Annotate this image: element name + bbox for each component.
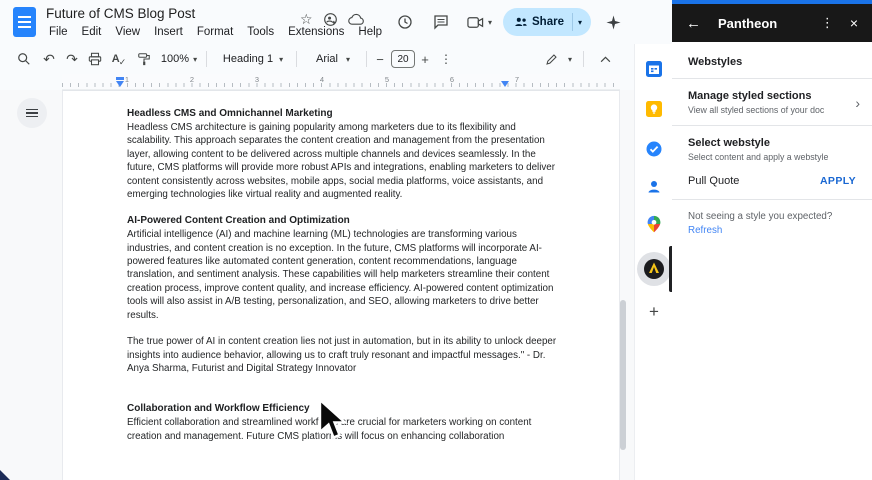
google-docs-window: Future of CMS Blog Post ☆ File Edit View… — [0, 0, 872, 480]
increase-font-size-button[interactable]: + — [416, 44, 434, 74]
panel-title: Pantheon — [718, 15, 778, 31]
panel-close-icon[interactable]: × — [850, 15, 858, 31]
share-dropdown-caret-icon[interactable]: ▾ — [578, 18, 582, 27]
search-menus-icon[interactable] — [12, 44, 36, 74]
panel-body: Webstyles Manage styled sections View al… — [672, 42, 872, 480]
get-addons-plus-icon[interactable]: + — [635, 302, 673, 322]
ruler-number: 2 — [189, 75, 195, 84]
document-title[interactable]: Future of CMS Blog Post — [46, 6, 195, 21]
mouse-cursor — [316, 398, 350, 442]
toolbar: ↶ ↷ A ✓ 100% ▾ Heading 1 ▾ Arial ▾ − 20 + ⋮ — [0, 44, 634, 74]
undo-icon[interactable]: ↶ — [38, 44, 60, 74]
font-size-field[interactable]: 20 — [390, 44, 416, 74]
ruler-surface — [62, 74, 620, 90]
corner-artifact — [0, 470, 10, 480]
panel-footer: Not seeing a style you expected? Refresh — [672, 200, 872, 247]
gemini-sparkle-icon[interactable] — [600, 9, 626, 35]
webstyles-section-header: Webstyles — [672, 42, 872, 79]
ruler-ticks — [62, 83, 620, 87]
doc-quote-paragraph[interactable]: The true power of AI in content creation… — [127, 335, 561, 375]
share-people-icon — [514, 16, 528, 28]
maps-icon[interactable] — [645, 215, 663, 233]
webstyles-title: Webstyles — [688, 56, 743, 68]
horizontal-ruler[interactable]: 1 2 3 4 5 6 7 — [0, 74, 634, 90]
pantheon-panel: ← Pantheon ⋮ × Webstyles Manage styled s… — [672, 0, 872, 480]
cloud-saved-icon[interactable] — [347, 13, 365, 26]
editing-mode-pen-icon[interactable] — [540, 44, 562, 74]
spellcheck-icon[interactable]: A ✓ — [107, 44, 131, 74]
toolbar-overflow-icon[interactable]: ⋮ — [437, 44, 455, 74]
footer-question: Not seeing a style you expected? — [688, 211, 833, 222]
select-webstyle-subtitle: Select content and apply a webstyle — [688, 152, 829, 162]
comments-icon[interactable] — [428, 9, 454, 35]
ruler-number: 1 — [124, 75, 130, 84]
menu-edit[interactable]: Edit — [75, 25, 109, 39]
document-scrollbar[interactable] — [620, 300, 626, 450]
decrease-font-size-button[interactable]: − — [371, 44, 389, 74]
keep-icon[interactable] — [645, 100, 663, 118]
share-divider — [571, 13, 573, 31]
select-webstyle-title: Select webstyle — [688, 137, 770, 149]
share-button-label: Share — [532, 16, 564, 28]
menu-file[interactable]: File — [42, 25, 75, 39]
paint-format-icon[interactable] — [132, 44, 156, 74]
zoom-select[interactable]: 100% ▾ — [158, 44, 200, 74]
share-button[interactable]: Share ▾ — [503, 8, 591, 36]
titlebar: Future of CMS Blog Post ☆ File Edit View… — [0, 0, 672, 44]
chevron-right-icon[interactable]: › — [855, 95, 860, 111]
manage-styled-sections-row[interactable]: Manage styled sections View all styled s… — [672, 79, 872, 126]
back-arrow-icon[interactable]: ← — [686, 15, 706, 32]
show-outline-icon[interactable] — [17, 98, 47, 128]
doc-heading[interactable]: AI-Powered Content Creation and Optimiza… — [127, 214, 561, 227]
menu-tools[interactable]: Tools — [240, 25, 281, 39]
paragraph-style-select[interactable]: Heading 1 ▾ — [214, 44, 292, 74]
redo-icon[interactable]: ↷ — [61, 44, 83, 74]
select-webstyle-section: Select webstyle Select content and apply… — [672, 126, 872, 200]
menu-insert[interactable]: Insert — [147, 25, 190, 39]
ruler-number: 4 — [319, 75, 325, 84]
doc-paragraph[interactable]: Artificial intelligence (AI) and machine… — [127, 228, 561, 322]
menu-format[interactable]: Format — [190, 25, 240, 39]
doc-paragraph[interactable]: Headless CMS architecture is gaining pop… — [127, 121, 561, 201]
left-indent-marker[interactable] — [116, 81, 124, 87]
menubar: File Edit View Insert Format Tools Exten… — [42, 25, 389, 39]
right-indent-marker[interactable] — [501, 81, 509, 87]
editing-mode-caret-icon[interactable]: ▾ — [563, 44, 577, 74]
pantheon-addon-icon[interactable] — [637, 252, 671, 286]
doc-heading[interactable]: Headless CMS and Omnichannel Marketing — [127, 107, 561, 120]
style-row: Pull Quote APPLY — [688, 175, 856, 187]
side-panel-rail: + — [634, 44, 672, 480]
meet-video-icon[interactable] — [462, 9, 488, 35]
refresh-link[interactable]: Refresh — [688, 225, 856, 236]
contacts-icon[interactable] — [645, 178, 663, 196]
calendar-icon[interactable] — [645, 60, 663, 78]
font-family-select[interactable]: Arial ▾ — [304, 44, 362, 74]
ruler-number: 3 — [254, 75, 260, 84]
ruler-number: 6 — [449, 75, 455, 84]
style-name: Pull Quote — [688, 175, 740, 187]
version-history-icon[interactable] — [392, 9, 418, 35]
manage-title: Manage styled sections — [688, 90, 812, 102]
ruler-number: 5 — [384, 75, 390, 84]
apply-button[interactable]: APPLY — [820, 175, 856, 187]
menu-extensions[interactable]: Extensions — [281, 25, 351, 39]
manage-subtitle: View all styled sections of your doc — [688, 105, 825, 115]
panel-overflow-icon[interactable]: ⋮ — [821, 15, 834, 31]
panel-header: ← Pantheon ⋮ × — [672, 4, 872, 42]
tasks-icon[interactable] — [645, 140, 663, 158]
first-line-indent-marker[interactable] — [116, 77, 124, 80]
print-icon[interactable] — [84, 44, 106, 74]
menu-view[interactable]: View — [108, 25, 147, 39]
hide-menus-icon[interactable] — [594, 44, 616, 74]
menu-help[interactable]: Help — [351, 25, 389, 39]
meet-dropdown-caret-icon[interactable]: ▾ — [488, 18, 492, 27]
google-docs-logo-icon[interactable] — [13, 7, 36, 37]
ruler-number: 7 — [514, 75, 520, 84]
